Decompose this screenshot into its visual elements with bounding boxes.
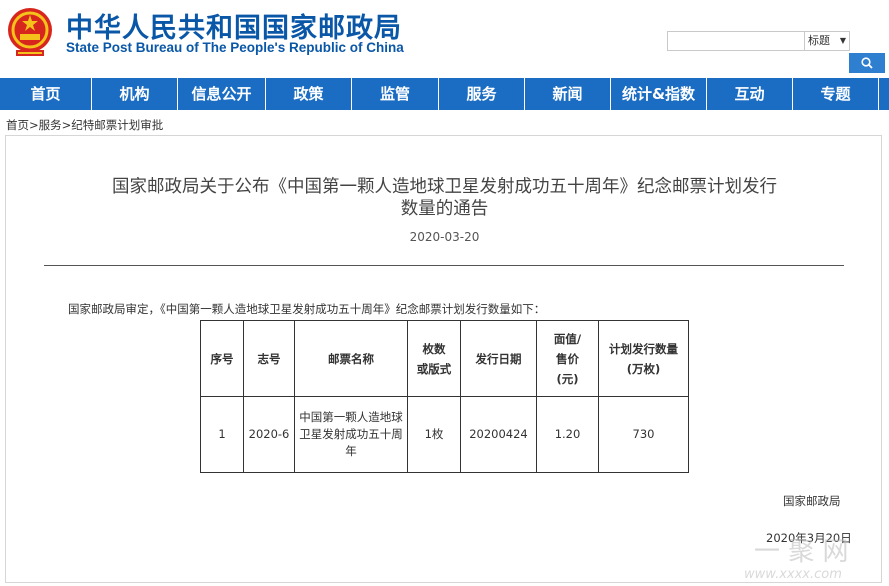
nav-item-supervision[interactable]: 监管 bbox=[352, 78, 439, 110]
nav-item-home[interactable]: 首页 bbox=[0, 78, 92, 110]
table-header-text: (元) bbox=[556, 371, 579, 386]
search-button[interactable] bbox=[849, 53, 885, 73]
nav-item-information[interactable]: 信息公开 bbox=[178, 78, 266, 110]
article-signature: 国家邮政局 bbox=[783, 494, 841, 508]
nav-item-news[interactable]: 新闻 bbox=[525, 78, 611, 110]
table-header-row: 序号 志号 邮票名称 枚数 或版式 发行日期 面值/ 售价 (元) 计划发行数量… bbox=[200, 320, 689, 397]
table-header-cell: 计划发行数量 (万枚) bbox=[598, 320, 689, 397]
table-header-text: 或版式 bbox=[416, 361, 452, 376]
search-field-select-value: 标题 bbox=[808, 34, 830, 47]
article-date: 2020-03-20 bbox=[409, 230, 480, 244]
table-header-text: 邮票名称 bbox=[328, 351, 374, 366]
article-title-line: 数量的通告 bbox=[400, 199, 489, 219]
article-sign-date: 2020年3月20日 bbox=[766, 531, 852, 545]
breadcrumb-home-link[interactable]: 首页 bbox=[6, 118, 29, 132]
table-row: 1 2020-6 中国第一颗人造地球 卫星发射成功五十周 年 1枚 202004… bbox=[200, 396, 689, 473]
table-header-cell: 志号 bbox=[243, 320, 295, 397]
table-cell-price: 1.20 bbox=[536, 396, 599, 473]
chevron-down-icon: ▼ bbox=[839, 36, 846, 45]
breadcrumb-separator: > bbox=[61, 118, 72, 132]
table-header-text: 售价 bbox=[556, 351, 579, 366]
article-title: 国家邮政局关于公布《中国第一颗人造地球卫星发射成功五十周年》纪念邮票计划发行 数… bbox=[0, 176, 889, 220]
table-header-text: 枚数 bbox=[422, 341, 446, 356]
table-header-text: 志号 bbox=[257, 351, 281, 366]
table-cell-count: 1枚 bbox=[407, 396, 461, 473]
table-header-text: 面值/ bbox=[553, 331, 582, 346]
search-icon bbox=[861, 57, 873, 69]
table-cell-name-line: 卫星发射成功五十周 bbox=[299, 427, 403, 441]
search-input[interactable] bbox=[667, 31, 805, 51]
table-cell-quantity: 730 bbox=[598, 396, 689, 473]
title-divider bbox=[44, 265, 844, 266]
nav-item-service[interactable]: 服务 bbox=[439, 78, 525, 110]
nav-item-interaction[interactable]: 互动 bbox=[707, 78, 793, 110]
table-cell-no: 1 bbox=[200, 396, 244, 473]
table-header-cell: 面值/ 售价 (元) bbox=[536, 320, 599, 397]
breadcrumb-service-link[interactable]: 服务 bbox=[39, 118, 62, 132]
nav-item-policy[interactable]: 政策 bbox=[266, 78, 352, 110]
table-header-cell: 邮票名称 bbox=[294, 320, 408, 397]
table-header-text: 发行日期 bbox=[475, 351, 522, 366]
table-cell-date: 20200424 bbox=[460, 396, 537, 473]
stamp-issue-table: 序号 志号 邮票名称 枚数 或版式 发行日期 面值/ 售价 (元) 计划发行数量… bbox=[200, 320, 689, 473]
breadcrumb-separator: > bbox=[29, 118, 39, 132]
table-cell-name: 中国第一颗人造地球 卫星发射成功五十周 年 bbox=[294, 396, 408, 473]
national-emblem-icon[interactable] bbox=[6, 6, 54, 58]
breadcrumb: 首页>服务>纪特邮票计划审批 bbox=[6, 117, 163, 133]
table-cell-code: 2020-6 bbox=[243, 396, 295, 473]
search-field-select[interactable]: 标题 ▼ bbox=[804, 31, 850, 51]
table-header-cell: 枚数 或版式 bbox=[407, 320, 461, 397]
site-subtitle: State Post Bureau of The People's Republ… bbox=[66, 40, 404, 55]
table-cell-name-line: 中国第一颗人造地球 bbox=[299, 410, 403, 424]
table-cell-name-line: 年 bbox=[345, 444, 357, 458]
site-header: 中华人民共和国国家邮政局 State Post Bureau of The Pe… bbox=[0, 0, 889, 78]
table-header-text: 序号 bbox=[210, 351, 234, 366]
article-title-line: 国家邮政局关于公布《中国第一颗人造地球卫星发射成功五十周年》纪念邮票计划发行 bbox=[112, 177, 777, 197]
nav-item-topics[interactable]: 专题 bbox=[793, 78, 879, 110]
table-header-cell: 序号 bbox=[200, 320, 244, 397]
main-nav: 首页 机构 信息公开 政策 监管 服务 新闻 统计&指数 互动 专题 bbox=[0, 78, 889, 110]
nav-item-organization[interactable]: 机构 bbox=[92, 78, 178, 110]
breadcrumb-current[interactable]: 纪特邮票计划审批 bbox=[71, 118, 163, 132]
table-header-cell: 发行日期 bbox=[460, 320, 537, 397]
table-header-text: (万枚) bbox=[626, 361, 661, 376]
article-intro: 国家邮政局审定，《中国第一颗人造地球卫星发射成功五十周年》纪念邮票计划发行数量如… bbox=[68, 302, 546, 316]
nav-item-statistics[interactable]: 统计&指数 bbox=[611, 78, 707, 110]
table-header-text: 计划发行数量 bbox=[609, 341, 678, 356]
